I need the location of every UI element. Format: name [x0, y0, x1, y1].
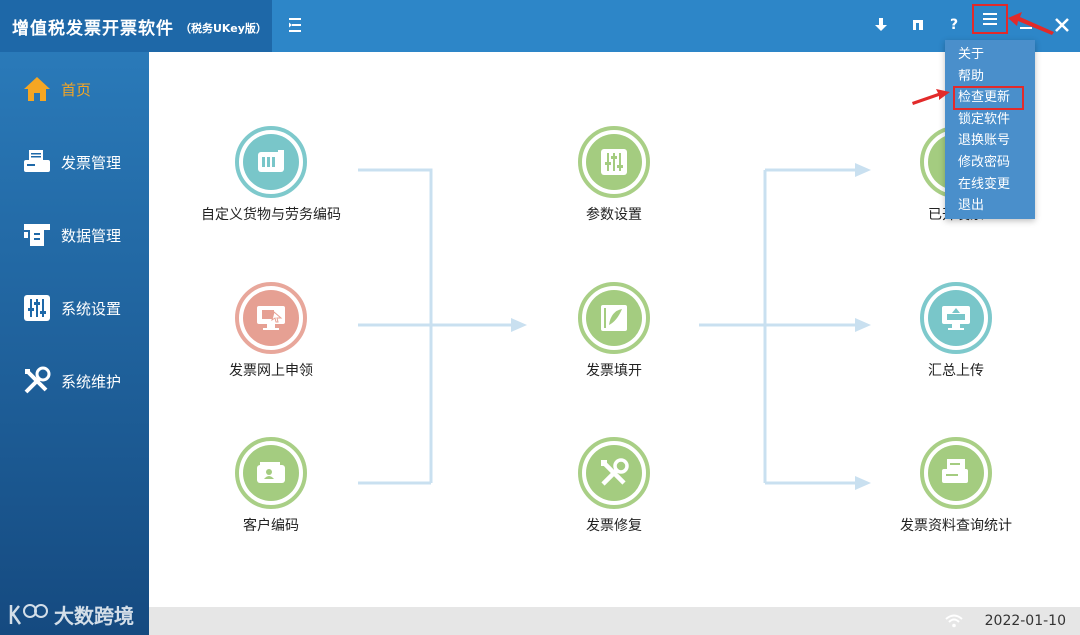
invoice-query-icon	[920, 437, 992, 509]
app-title: 增值税发票开票软件	[12, 18, 174, 39]
title-bar: 增值税发票开票软件 （税务UKey版） ?	[0, 0, 1080, 52]
node-invoice-fill[interactable]: 发票填开	[504, 282, 724, 380]
node-goods-code[interactable]: 自定义货物与劳务编码	[161, 126, 381, 224]
node-label: 发票修复	[586, 518, 642, 534]
sidebar-item-label: 系统设置	[61, 299, 122, 318]
menu-icon[interactable]	[972, 4, 1008, 34]
node-summary-upload[interactable]: 汇总上传	[846, 282, 1066, 380]
help-label: ?	[949, 17, 959, 33]
sidebar-item-label: 数据管理	[61, 226, 122, 245]
data-management-icon	[22, 220, 52, 250]
node-label: 客户编码	[243, 518, 299, 534]
sidebar-item-label: 首页	[61, 80, 92, 99]
node-invoice-query[interactable]: 发票资料查询统计	[846, 437, 1066, 535]
watermark-text: 大数跨境	[54, 604, 134, 628]
settings-sliders-icon	[22, 293, 52, 323]
menu-item-about[interactable]: 关于	[945, 44, 1035, 66]
invoice-repair-icon	[578, 437, 650, 509]
menu-item-exit[interactable]: 退出	[945, 195, 1035, 217]
goods-code-icon	[235, 126, 307, 198]
menu-item-help[interactable]: 帮助	[945, 66, 1035, 88]
watermark: 大数跨境	[8, 600, 134, 629]
menu-item-switch-account[interactable]: 退换账号	[945, 130, 1035, 152]
wifi-icon	[945, 614, 963, 628]
invoice-printer-icon	[22, 147, 52, 177]
sidebar-item-label: 系统维护	[61, 372, 122, 391]
menu-item-online-change[interactable]: 在线变更	[945, 174, 1035, 196]
annotation-arrow-icon	[912, 89, 950, 105]
sidebar-item-label: 发票管理	[61, 153, 122, 172]
node-label: 发票填开	[586, 363, 642, 379]
menu-item-lock-software[interactable]: 锁定软件	[945, 109, 1035, 131]
node-parameter-settings[interactable]: 参数设置	[504, 126, 724, 224]
menu-item-change-password[interactable]: 修改密码	[945, 152, 1035, 174]
node-customer-code[interactable]: 客户编码	[161, 437, 381, 535]
node-label: 自定义货物与劳务编码	[201, 207, 341, 223]
node-label: 发票资料查询统计	[900, 518, 1012, 534]
pin-icon[interactable]	[903, 10, 933, 40]
annotation-arrow-icon	[1008, 12, 1054, 35]
node-label: 汇总上传	[928, 363, 984, 379]
help-icon[interactable]: ?	[939, 10, 969, 40]
online-apply-icon	[235, 282, 307, 354]
sidebar-item-system-settings[interactable]: 系统设置	[0, 288, 149, 328]
customer-code-icon	[235, 437, 307, 509]
node-invoice-repair[interactable]: 发票修复	[504, 437, 724, 535]
status-bar: 2022-01-10	[149, 607, 1080, 635]
parameter-settings-icon	[578, 126, 650, 198]
node-label: 参数设置	[586, 207, 642, 223]
download-icon[interactable]	[866, 10, 896, 40]
main-menu-dropdown: 关于 帮助 检查更新 锁定软件 退换账号 修改密码 在线变更 退出	[945, 40, 1035, 219]
app-title-area: 增值税发票开票软件 （税务UKey版）	[0, 0, 272, 52]
tools-icon	[22, 366, 52, 396]
sidebar-item-system-maintenance[interactable]: 系统维护	[0, 361, 149, 401]
summary-upload-icon	[920, 282, 992, 354]
status-date: 2022-01-10	[984, 613, 1066, 629]
sidebar-item-data-management[interactable]: 数据管理	[0, 215, 149, 255]
sidebar: 首页 发票管理 数据管理 系统设置 系统维护 大数跨境	[0, 52, 149, 635]
watermark-logo-icon	[9, 603, 48, 625]
invoice-fill-icon	[578, 282, 650, 354]
menu-item-check-update[interactable]: 检查更新	[953, 86, 1024, 110]
sidebar-item-home[interactable]: 首页	[0, 69, 149, 109]
sidebar-item-invoice-management[interactable]: 发票管理	[0, 142, 149, 182]
home-icon	[22, 74, 52, 104]
collapse-sidebar-icon[interactable]	[286, 14, 306, 36]
node-online-apply[interactable]: 发票网上申领	[161, 282, 381, 380]
app-subtitle: （税务UKey版）	[180, 21, 267, 35]
node-label: 发票网上申领	[229, 363, 313, 379]
